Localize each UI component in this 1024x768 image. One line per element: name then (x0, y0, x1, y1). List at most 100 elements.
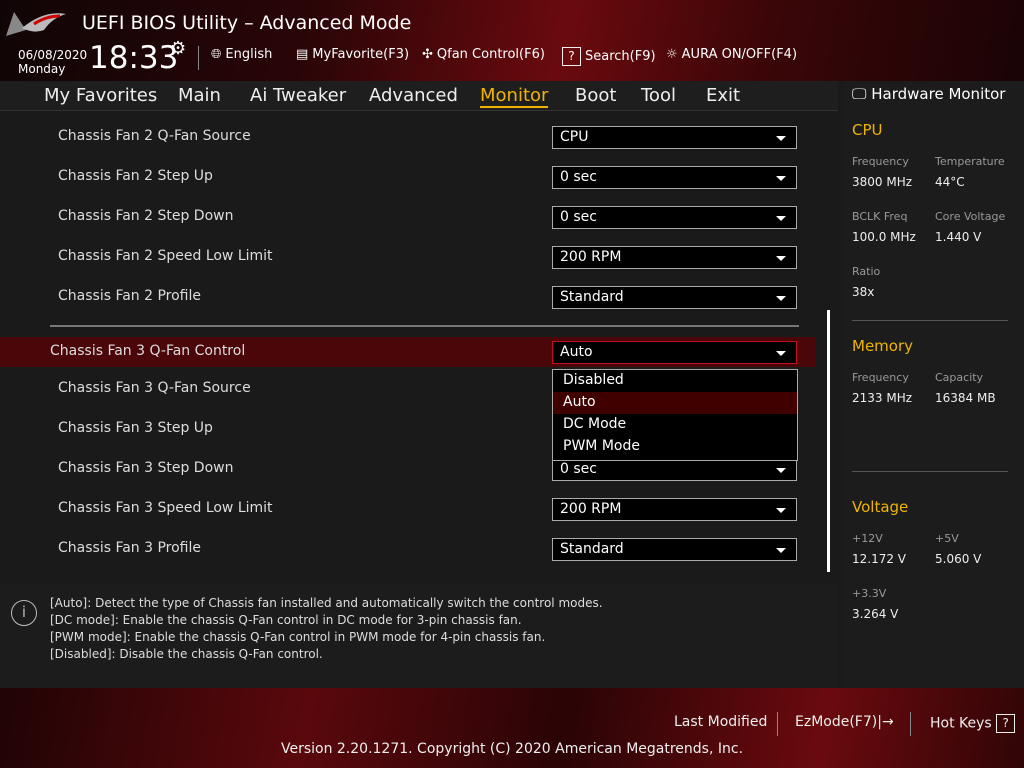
setting-select[interactable]: 0 sec (552, 458, 797, 481)
chevron-down-icon (776, 468, 786, 473)
label: EzMode(F7)| (795, 714, 882, 730)
version-text: Version 2.20.1271. Copyright (C) 2020 Am… (280, 741, 744, 757)
scrollbar[interactable] (827, 310, 830, 572)
qfan-control-button[interactable]: ✣ Qfan Control(F6) (422, 47, 545, 62)
setting-select[interactable]: Auto (552, 341, 797, 364)
setting-label: Chassis Fan 3 Q-Fan Control (50, 343, 246, 359)
setting-select[interactable]: CPU (552, 126, 797, 149)
section-divider (50, 325, 799, 327)
setting-row-selected[interactable]: Chassis Fan 3 Q-Fan Control Auto (0, 337, 816, 367)
gear-icon[interactable]: ⚙ (170, 38, 186, 59)
select-value: 200 RPM (560, 249, 622, 265)
help-line: [DC mode]: Enable the chassis Q-Fan cont… (50, 613, 522, 627)
divider (198, 46, 199, 70)
setting-select[interactable]: 0 sec (552, 166, 797, 189)
divider (852, 471, 1008, 472)
settings-list: Chassis Fan 2 Q-Fan Source CPU Chassis Fa… (0, 111, 838, 577)
label: BCLK Freq (852, 210, 908, 223)
setting-select[interactable]: Standard (552, 286, 797, 309)
hardware-monitor: 🖵︎ Hardware Monitor CPU Frequency 3800 M… (844, 81, 1024, 688)
label: Ratio (852, 265, 881, 278)
setting-label: Chassis Fan 2 Speed Low Limit (58, 248, 273, 264)
label: Capacity (935, 371, 984, 384)
help-panel: i [Auto]: Detect the type of Chassis fan… (0, 584, 838, 688)
tab-ai-tweaker[interactable]: Ai Tweaker (250, 85, 346, 106)
tab-main[interactable]: Main (178, 85, 221, 106)
label: +5V (935, 532, 959, 545)
select-value: CPU (560, 129, 589, 145)
setting-row[interactable]: Chassis Fan 3 Profile Standard (0, 534, 816, 564)
info-icon: i (11, 600, 37, 626)
tab-advanced[interactable]: Advanced (369, 85, 458, 106)
tab-my-favorites[interactable]: My Favorites (44, 85, 157, 106)
ezmode-button[interactable]: EzMode(F7)|→ (795, 714, 894, 730)
setting-row[interactable]: Chassis Fan 2 Step Down 0 sec (0, 202, 816, 232)
value: 1.440 V (935, 230, 982, 244)
divider (777, 712, 778, 736)
app-title: UEFI BIOS Utility – Advanced Mode (82, 12, 412, 34)
setting-select[interactable]: 200 RPM (552, 246, 797, 269)
day: Monday (18, 62, 66, 76)
select-value: 200 RPM (560, 501, 622, 517)
label: AURA ON/OFF(F4) (681, 47, 798, 62)
help-text: [Auto]: Detect the type of Chassis fan i… (50, 595, 603, 663)
chevron-down-icon (776, 508, 786, 513)
setting-row[interactable]: Chassis Fan 2 Step Up 0 sec (0, 162, 816, 192)
chevron-down-icon (776, 351, 786, 356)
setting-row[interactable]: Chassis Fan 3 Speed Low Limit 200 RPM (0, 494, 816, 524)
help-line: [Disabled]: Disable the chassis Q-Fan co… (50, 647, 323, 661)
language-button[interactable]: 🌐︎ English (211, 47, 272, 62)
value: 38x (852, 285, 875, 299)
setting-select[interactable]: 200 RPM (552, 498, 797, 521)
footer: Last Modified EzMode(F7)|→ Hot Keys ? Ve… (0, 688, 1024, 768)
date-display: 06/08/2020 Monday (18, 48, 87, 76)
chevron-down-icon (776, 176, 786, 181)
label: Core Voltage (935, 210, 1006, 223)
select-value: Standard (560, 541, 624, 557)
setting-select[interactable]: Standard (552, 538, 797, 561)
tab-exit[interactable]: Exit (706, 85, 740, 106)
label: +12V (852, 532, 883, 545)
value: 16384 MB (935, 391, 996, 405)
setting-row[interactable]: Chassis Fan 2 Profile Standard (0, 282, 816, 312)
value: 12.172 V (852, 552, 907, 566)
search-button[interactable]: ? Search(F9) (562, 47, 656, 66)
label: +3.3V (852, 587, 887, 600)
exit-arrow-icon: → (881, 714, 894, 730)
setting-label: Chassis Fan 3 Q-Fan Source (58, 380, 251, 396)
date: 06/08/2020 (18, 48, 88, 62)
chevron-down-icon (776, 136, 786, 141)
value: 3800 MHz (852, 175, 913, 189)
hot-keys-button[interactable]: Hot Keys ? (930, 714, 1016, 733)
tab-boot[interactable]: Boot (575, 85, 616, 106)
label: Qfan Control(F6) (436, 47, 545, 62)
option-pwm-mode[interactable]: PWM Mode (553, 436, 797, 458)
help-line: [PWM mode]: Enable the chassis Q-Fan con… (50, 630, 546, 644)
memory-heading: Memory (852, 337, 914, 355)
option-auto[interactable]: Auto (553, 392, 797, 414)
cpu-heading: CPU (852, 121, 883, 139)
setting-row[interactable]: Chassis Fan 2 Q-Fan Source CPU (0, 122, 816, 152)
value: 44°C (935, 175, 965, 189)
hw-title: 🖵︎ Hardware Monitor (852, 85, 1005, 103)
value: 100.0 MHz (852, 230, 916, 244)
voltage-heading: Voltage (852, 498, 909, 516)
tab-monitor[interactable]: Monitor (480, 85, 549, 108)
label: Frequency (852, 371, 909, 384)
globe-icon: 🌐︎ (211, 47, 222, 62)
setting-select[interactable]: 0 sec (552, 206, 797, 229)
value: 5.060 V (935, 552, 982, 566)
label: English (225, 47, 273, 62)
option-disabled[interactable]: Disabled (553, 370, 797, 392)
label: Hot Keys (930, 715, 992, 732)
tab-tool[interactable]: Tool (641, 85, 676, 106)
aura-toggle-button[interactable]: ☼ AURA ON/OFF(F4) (666, 47, 797, 62)
setting-row[interactable]: Chassis Fan 2 Speed Low Limit 200 RPM (0, 242, 816, 272)
option-dc-mode[interactable]: DC Mode (553, 414, 797, 436)
last-modified-button[interactable]: Last Modified (674, 714, 767, 730)
chevron-down-icon (776, 256, 786, 261)
divider (910, 712, 911, 736)
title: Hardware Monitor (871, 85, 1006, 103)
select-value: 0 sec (560, 209, 597, 225)
myfavorite-button[interactable]: ▤ MyFavorite(F3) (296, 47, 409, 62)
